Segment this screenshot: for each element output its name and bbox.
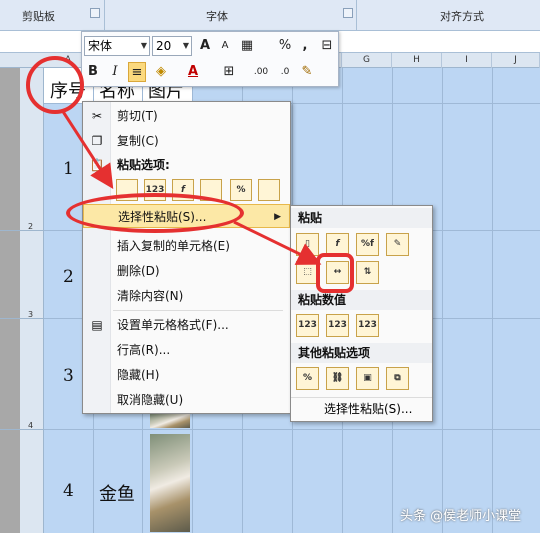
watermark-text: 头条 @侯老师小课堂 [400, 509, 522, 524]
annotation-arrows [60, 109, 322, 265]
arrow-to-column-widths [233, 220, 322, 265]
arrow-to-paste-special [60, 109, 114, 190]
